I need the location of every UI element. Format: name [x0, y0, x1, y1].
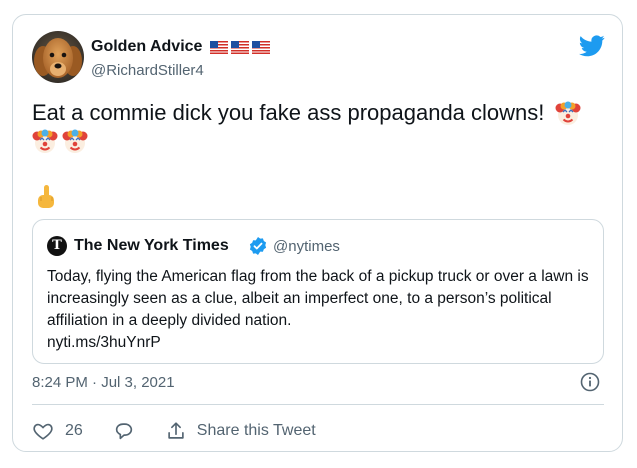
quoted-author-handle[interactable]: @nytimes — [273, 238, 340, 255]
us-flag-icon — [231, 40, 250, 54]
heart-icon — [33, 423, 53, 440]
tweet-body: Eat a commie dick you fake ass propagand… — [32, 99, 612, 155]
tweet-text: Eat a commie dick you fake ass propagand… — [32, 100, 545, 125]
quoted-tweet-text: Today, flying the American flag from the… — [47, 268, 589, 329]
verified-badge-icon — [249, 237, 267, 255]
middle-finger-emoji-icon — [38, 185, 54, 208]
quoted-tweet[interactable]: T The New York Times @nytimes Today, fly… — [32, 219, 604, 364]
divider — [32, 404, 604, 405]
quoted-tweet-link[interactable]: nyti.ms/3huYnrP — [47, 332, 595, 354]
golden-retriever-avatar — [32, 31, 84, 83]
clown-face-emoji-icon — [555, 101, 581, 125]
us-flag-icon — [252, 40, 271, 54]
share-tweet-button[interactable]: Share this Tweet — [165, 420, 316, 442]
quoted-author-name[interactable]: The New York Times — [74, 237, 229, 255]
tweet-timestamp[interactable]: 8:24 PM · Jul 3, 2021 — [32, 374, 175, 391]
action-bar: 26 Share this Tweet — [32, 418, 316, 444]
author-name-row[interactable]: Golden Advice — [91, 38, 271, 56]
author-handle[interactable]: @RichardStiller4 — [91, 62, 204, 79]
like-count: 26 — [65, 422, 83, 439]
twitter-bird-icon[interactable] — [579, 35, 605, 57]
share-label: Share this Tweet — [196, 422, 316, 439]
clown-face-emoji-icon — [62, 129, 88, 153]
reply-button[interactable] — [113, 420, 135, 442]
like-button[interactable]: 26 — [32, 420, 83, 442]
us-flag-icon — [210, 40, 229, 54]
flag-emojis — [210, 40, 271, 54]
clown-face-emoji-icon — [32, 129, 58, 153]
quoted-tweet-body: Today, flying the American flag from the… — [47, 266, 595, 354]
share-icon — [168, 422, 184, 439]
reply-bubble-icon — [115, 423, 132, 440]
author-display-name[interactable]: Golden Advice — [91, 38, 202, 56]
tweet-card[interactable]: Golden Advice @RichardStiller4 Eat a com… — [12, 14, 623, 452]
nyt-logo: T — [47, 236, 67, 256]
author-avatar[interactable] — [32, 31, 84, 83]
info-icon[interactable] — [580, 372, 600, 392]
